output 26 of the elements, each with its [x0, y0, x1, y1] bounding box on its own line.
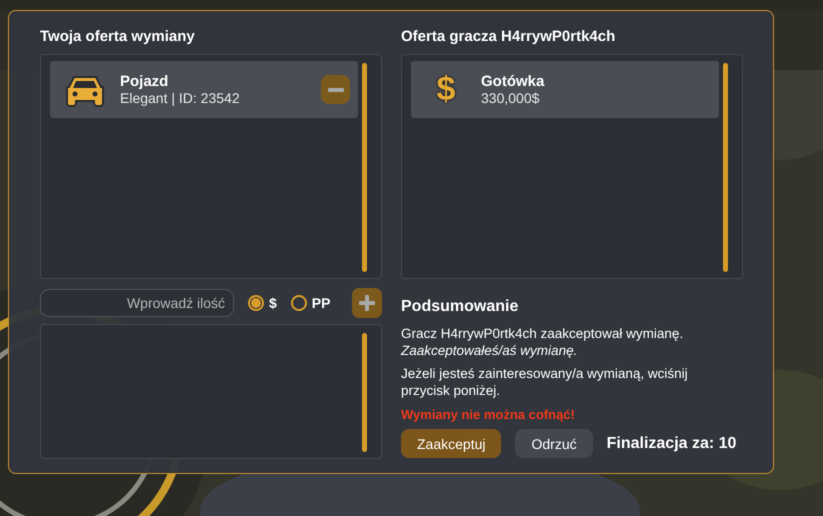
- add-button[interactable]: [352, 288, 382, 318]
- offer-item[interactable]: Pojazd Elegant | ID: 23542: [50, 61, 358, 118]
- summary-text: Gracz H4rrywP0rtk4ch zaakceptował wymianę.: [401, 325, 684, 342]
- summary-text: Jeżeli jesteś zainteresowany/a wymianą, wciśnij przycisk poniżej.: [401, 365, 689, 399]
- plus-icon: [359, 295, 375, 311]
- item-name: Pojazd: [120, 73, 170, 90]
- minus-icon: [328, 88, 344, 92]
- item-detail: Elegant | ID: 23542: [120, 90, 241, 106]
- currency-radio[interactable]: PP: [290, 295, 330, 311]
- section-title: Twoja oferta wymiany: [40, 28, 196, 45]
- scrollbar[interactable]: [362, 333, 367, 452]
- offer-item[interactable]: $ Gotówka 330,000$: [411, 61, 719, 118]
- section-title: Oferta gracza H4rrywP0rtk4ch: [401, 28, 616, 45]
- amount-field[interactable]: Wprowadź ilość: [40, 289, 234, 317]
- summary-text: Zaakceptowałeś/aś wymianę.: [401, 342, 578, 359]
- remove-button[interactable]: [321, 75, 350, 104]
- summary-title: Podsumowanie: [401, 298, 520, 316]
- warning-text: Wymiany nie można cofnąć!: [401, 406, 576, 423]
- accept-button[interactable]: Zaakceptuj: [401, 429, 502, 458]
- reject-button[interactable]: Odrzuć: [515, 429, 593, 458]
- dollar-icon: $: [436, 70, 456, 109]
- scrollbar[interactable]: [362, 63, 367, 272]
- item-detail: 330,000$: [481, 90, 540, 106]
- scrollbar[interactable]: [723, 63, 728, 272]
- item-name: Gotówka: [481, 73, 546, 90]
- countdown-timer: Finalizacja za: 10: [606, 434, 736, 452]
